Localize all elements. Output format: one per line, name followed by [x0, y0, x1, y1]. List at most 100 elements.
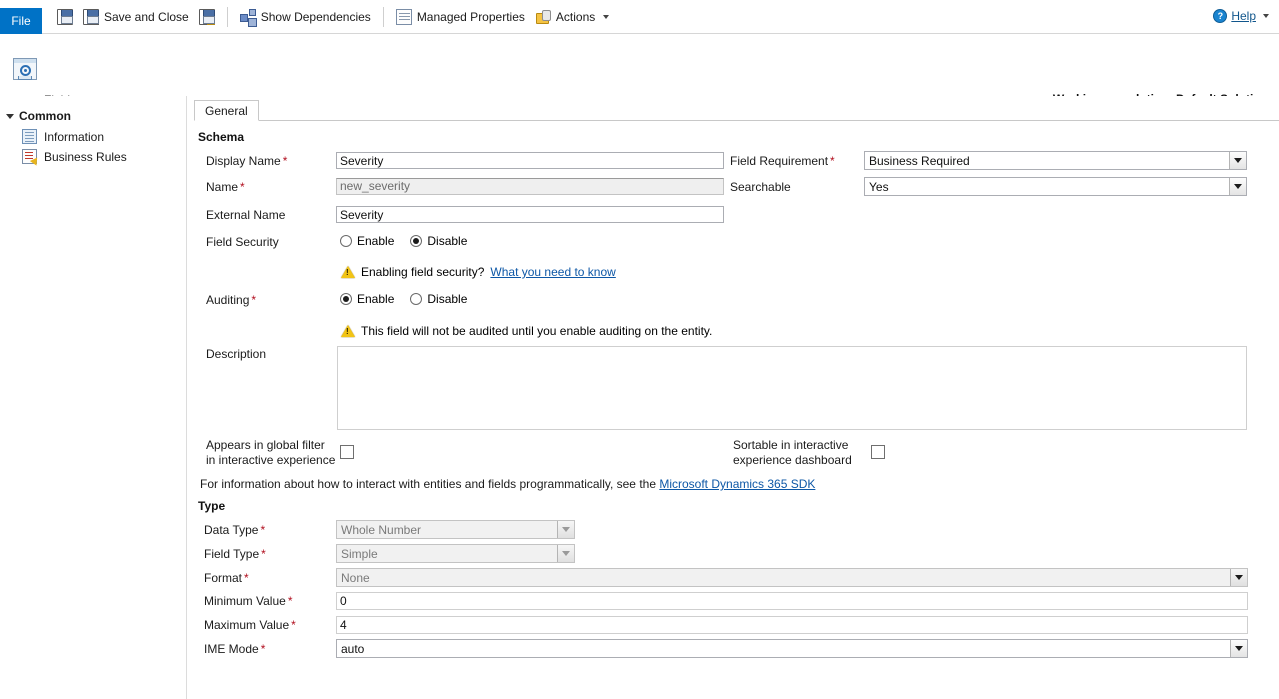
auditing-label: Auditing* — [206, 293, 256, 308]
auditing-enable-option[interactable]: Enable — [340, 292, 394, 306]
tab-strip: General — [194, 100, 1279, 121]
warning-icon — [341, 325, 355, 337]
minimum-value-input[interactable] — [336, 592, 1248, 610]
schema-section-title: Schema — [198, 130, 244, 144]
data-type-value: Whole Number — [337, 523, 557, 537]
sdk-info-text: For information about how to interact wi… — [200, 477, 656, 491]
sidebar-group-label: Common — [19, 109, 71, 123]
radio-unselected-icon[interactable] — [410, 293, 422, 305]
sortable-checkbox[interactable] — [871, 445, 885, 459]
actions-icon — [535, 9, 551, 25]
information-icon — [22, 129, 37, 144]
radio-selected-icon[interactable] — [340, 293, 352, 305]
save-and-new-button[interactable] — [194, 5, 220, 29]
field-type-value: Simple — [337, 547, 557, 561]
field-security-warning-text: Enabling field security? — [361, 265, 484, 279]
sortable-label: Sortable in interactive experience dashb… — [733, 438, 861, 468]
tab-general[interactable]: General — [194, 100, 259, 121]
file-tab[interactable]: File — [0, 8, 42, 34]
description-label: Description — [206, 347, 266, 362]
field-requirement-label: Field Requirement* — [730, 154, 835, 169]
option-label: Enable — [357, 234, 394, 248]
new-star-badge — [207, 17, 215, 25]
what-you-need-to-know-link[interactable]: What you need to know — [490, 265, 615, 279]
maximum-value-label: Maximum Value* — [204, 618, 296, 633]
chevron-down-icon[interactable] — [1230, 569, 1247, 586]
radio-unselected-icon[interactable] — [340, 235, 352, 247]
save-and-close-button[interactable]: x Save and Close — [78, 5, 194, 29]
help-label: Help — [1231, 9, 1256, 23]
external-name-input[interactable] — [336, 206, 724, 223]
dynamics-365-sdk-link[interactable]: Microsoft Dynamics 365 SDK — [659, 477, 815, 491]
searchable-select[interactable]: Yes — [864, 177, 1247, 196]
help-icon: ? — [1213, 9, 1227, 23]
field-requirement-value: Business Required — [865, 154, 1229, 168]
sidebar-item-label: Information — [44, 130, 104, 144]
external-name-label: External Name — [206, 208, 285, 223]
auditing-warning: This field will not be audited until you… — [341, 324, 712, 338]
field-security-label: Field Security — [206, 235, 279, 250]
field-type-select: Simple — [336, 544, 575, 563]
show-dependencies-button[interactable]: Show Dependencies — [235, 5, 376, 29]
description-textarea[interactable] — [337, 346, 1247, 430]
sidebar: Common Information Business Rules — [0, 96, 187, 699]
field-security-radio-group: Enable Disable — [340, 234, 467, 248]
business-rules-icon — [22, 149, 37, 164]
save-and-close-icon: x — [83, 9, 99, 25]
name-value: new_severity — [340, 179, 410, 194]
field-security-disable-option[interactable]: Disable — [410, 234, 467, 248]
chevron-down-icon[interactable] — [1229, 152, 1246, 169]
chevron-down-icon[interactable] — [1229, 178, 1246, 195]
chevron-down-icon — [1263, 14, 1269, 18]
ime-mode-label: IME Mode* — [204, 642, 265, 657]
show-dependencies-icon — [240, 9, 256, 25]
format-label: Format* — [204, 571, 249, 586]
field-type-label: Field Type* — [204, 547, 266, 562]
data-type-select: Whole Number — [336, 520, 575, 539]
toolbar-divider — [383, 7, 384, 27]
managed-properties-button[interactable]: Managed Properties — [391, 5, 530, 29]
toolbar-divider — [227, 7, 228, 27]
global-filter-checkbox[interactable] — [340, 445, 354, 459]
auditing-warning-text: This field will not be audited until you… — [361, 324, 712, 338]
chevron-down-icon[interactable] — [1230, 640, 1247, 657]
format-value: None — [337, 571, 1230, 585]
ime-mode-value: auto — [337, 642, 1230, 656]
radio-selected-icon[interactable] — [410, 235, 422, 247]
sidebar-item-information[interactable]: Information — [22, 127, 104, 146]
triangle-expanded-icon — [6, 114, 14, 119]
maximum-value-input[interactable] — [336, 616, 1248, 634]
searchable-value: Yes — [865, 180, 1229, 194]
field-requirement-select[interactable]: Business Required — [864, 151, 1247, 170]
option-label: Disable — [427, 234, 467, 248]
chevron-down-icon — [603, 15, 609, 19]
close-x-badge: x — [91, 17, 99, 25]
auditing-radio-group: Enable Disable — [340, 292, 467, 306]
field-security-enable-option[interactable]: Enable — [340, 234, 394, 248]
save-button[interactable] — [52, 5, 78, 29]
data-type-label: Data Type* — [204, 523, 265, 538]
help-button[interactable]: ? Help — [1209, 5, 1273, 27]
actions-button[interactable]: Actions — [530, 5, 614, 29]
minimum-value-label: Minimum Value* — [204, 594, 292, 609]
save-and-close-label: Save and Close — [104, 10, 189, 24]
name-input: new_severity — [336, 178, 724, 195]
sidebar-group-common[interactable]: Common — [6, 109, 71, 123]
field-gear-icon — [11, 58, 37, 82]
format-select[interactable]: None — [336, 568, 1248, 587]
ribbon-button-group: x Save and Close Show Dependencies Manag… — [52, 0, 614, 33]
option-label: Disable — [427, 292, 467, 306]
save-icon — [57, 9, 73, 25]
show-dependencies-label: Show Dependencies — [261, 10, 371, 24]
sidebar-item-business-rules[interactable]: Business Rules — [22, 147, 127, 166]
sdk-info-line: For information about how to interact wi… — [200, 477, 815, 491]
option-label: Enable — [357, 292, 394, 306]
searchable-label: Searchable — [730, 180, 791, 195]
sidebar-item-label: Business Rules — [44, 150, 127, 164]
ime-mode-select[interactable]: auto — [336, 639, 1248, 658]
field-security-warning: Enabling field security? What you need t… — [341, 265, 616, 279]
main-content: General Schema Display Name* Field Requi… — [188, 96, 1279, 699]
save-and-new-icon — [199, 9, 215, 25]
auditing-disable-option[interactable]: Disable — [410, 292, 467, 306]
display-name-input[interactable] — [336, 152, 724, 169]
